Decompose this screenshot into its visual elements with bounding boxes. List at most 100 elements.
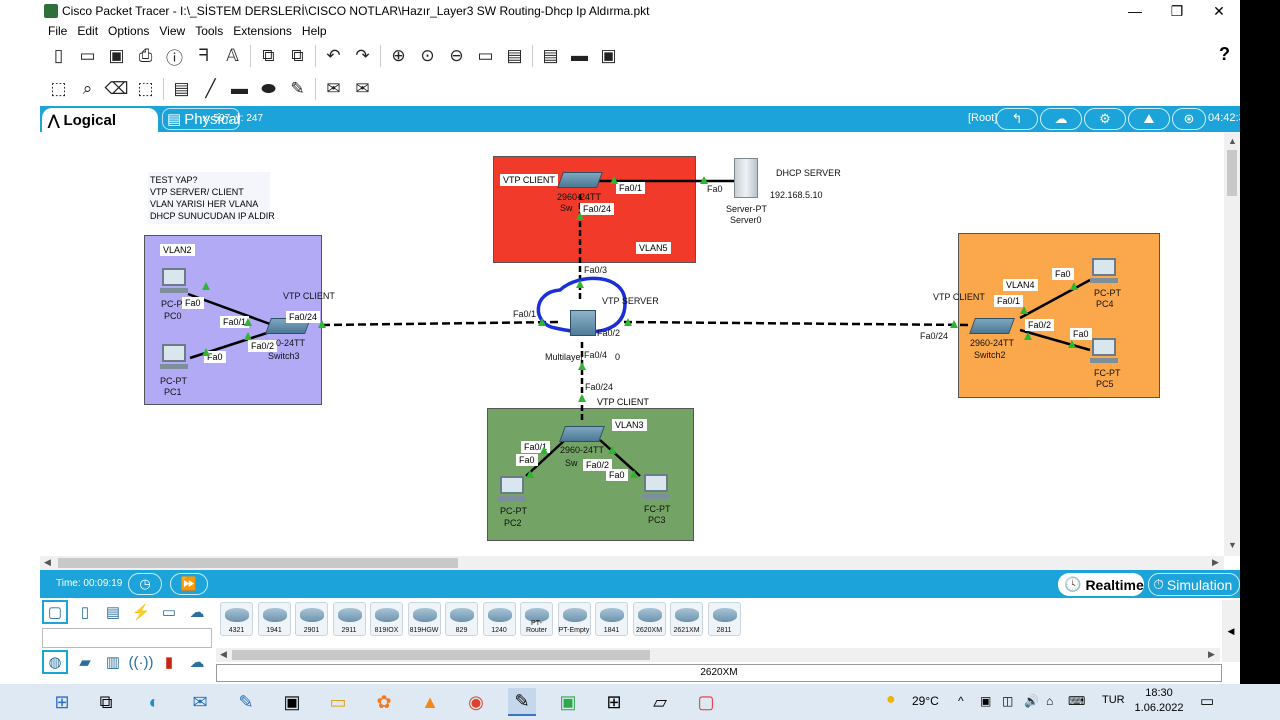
ellipse-icon[interactable]: ⬬ xyxy=(254,77,283,101)
maximize-button[interactable]: ❐ xyxy=(1156,0,1198,22)
simple-pdu-icon[interactable]: ✉ xyxy=(319,77,348,101)
fast-forward-icon[interactable]: ⏩ xyxy=(170,573,208,595)
device-819hgw[interactable]: 819HGW xyxy=(407,602,441,636)
category-network-devices-icon[interactable]: ▢ xyxy=(42,600,68,624)
device-1240[interactable]: 1240 xyxy=(482,602,516,636)
activity-icon[interactable]: 𝔸 xyxy=(218,44,247,68)
logical-workspace[interactable]: TEST YAP? VTP SERVER/ CLIENT VLAN YARISI… xyxy=(40,132,1224,556)
cloud-icon[interactable]: ☁ xyxy=(1040,108,1082,130)
menu-tools[interactable]: Tools xyxy=(191,22,229,40)
save-icon[interactable]: ▣ xyxy=(102,44,131,68)
device-2621xm[interactable]: 2621XM xyxy=(670,602,703,636)
device-2620xm[interactable]: 2620XM xyxy=(632,602,666,636)
network-icon[interactable]: ⌂ xyxy=(1046,694,1053,708)
switch2[interactable] xyxy=(969,318,1015,334)
device-829[interactable]: 829 xyxy=(445,602,478,636)
zoom-reset-icon[interactable]: ⊙ xyxy=(413,44,442,68)
power-cycle-icon[interactable]: ◷ xyxy=(128,573,162,595)
device-4321[interactable]: 4321 xyxy=(220,602,253,636)
menu-edit[interactable]: Edit xyxy=(73,22,104,40)
multilayer-switch[interactable] xyxy=(570,310,596,336)
root-breadcrumb[interactable]: [Root] xyxy=(968,112,997,124)
device-819iox[interactable]: 819IOX xyxy=(370,602,403,636)
inspect-icon[interactable]: ⌕ xyxy=(73,77,102,101)
background-image-icon[interactable]: ⛰ xyxy=(1128,108,1170,130)
viewport-icon[interactable]: ⊛ xyxy=(1172,108,1206,130)
line-icon[interactable]: ╱ xyxy=(196,77,225,101)
category-multiuser-icon[interactable]: ☁ xyxy=(184,600,210,624)
pc2[interactable] xyxy=(496,474,526,504)
complex-pdu-icon[interactable]: ✉ xyxy=(348,77,377,101)
custom-device-icon[interactable]: ▤ xyxy=(500,44,529,68)
tray-chevron-icon[interactable]: ^ xyxy=(958,694,964,708)
vlc-icon[interactable]: ▲ xyxy=(416,688,444,716)
canvas-horizontal-scrollbar[interactable]: ◀ ▶ xyxy=(40,556,1224,570)
dhcp-server[interactable] xyxy=(734,158,758,198)
subcategory-security-icon[interactable]: ▮ xyxy=(156,650,182,674)
pdu-list-icon[interactable]: ▤ xyxy=(536,44,565,68)
simulation-button[interactable]: ⏱ Simulation xyxy=(1148,573,1240,596)
resize-icon[interactable]: ⬚ xyxy=(131,77,160,101)
edge-icon[interactable]: ◐ xyxy=(140,688,168,716)
device-2901[interactable]: 2901 xyxy=(295,602,328,636)
camtasia-icon[interactable]: ▣ xyxy=(554,688,582,716)
category-components-icon[interactable]: ▤ xyxy=(100,600,126,624)
device-1941[interactable]: 1941 xyxy=(257,602,291,636)
menu-view[interactable]: View xyxy=(155,22,191,40)
help-icon[interactable]: ? xyxy=(1219,44,1230,65)
chrome-icon[interactable]: ◉ xyxy=(462,688,490,716)
realtime-button[interactable]: 🕓 Realtime xyxy=(1058,573,1144,596)
device-pt-empty[interactable]: PT-Empty xyxy=(557,602,591,636)
device-1841[interactable]: 1841 xyxy=(595,602,628,636)
select-icon[interactable]: ⬚ xyxy=(44,77,73,101)
open-icon[interactable]: ▭ xyxy=(73,44,102,68)
back-icon[interactable]: ↰ xyxy=(996,108,1038,130)
drawing-palette-icon[interactable]: ▭ xyxy=(471,44,500,68)
note-icon[interactable]: ▤ xyxy=(167,77,196,101)
category-misc-icon[interactable]: ▭ xyxy=(156,600,182,624)
undo-icon[interactable]: ↶ xyxy=(319,44,348,68)
redo-icon[interactable]: ↷ xyxy=(348,44,377,68)
print-icon[interactable]: ⎙ xyxy=(131,44,160,68)
weather-icon[interactable]: ● xyxy=(886,691,896,709)
palette-collapse-icon[interactable]: ◀ xyxy=(1222,600,1240,662)
delete-icon[interactable]: ⌫ xyxy=(102,77,131,101)
task-view-icon[interactable]: ⧉ xyxy=(92,688,120,716)
outlook-icon[interactable]: ✉ xyxy=(186,688,214,716)
xampp-icon[interactable]: ✿ xyxy=(370,688,398,716)
menu-options[interactable]: Options xyxy=(104,22,155,40)
workspace-note[interactable]: TEST YAP? VTP SERVER/ CLIENT VLAN YARISI… xyxy=(148,172,275,224)
tray-app-icon[interactable]: ▣ xyxy=(980,694,991,708)
packet-tracer-task-icon[interactable]: ✎ xyxy=(508,688,536,716)
recorder-icon[interactable]: ▢ xyxy=(692,688,720,716)
menu-extensions[interactable]: Extensions xyxy=(229,22,298,40)
pc0[interactable] xyxy=(158,266,188,296)
file-explorer-icon[interactable]: ▭ xyxy=(324,688,352,716)
pc3[interactable] xyxy=(640,472,670,502)
subcategory-wan-emu-icon[interactable]: ☁ xyxy=(184,650,210,674)
pc1[interactable] xyxy=(158,342,188,372)
close-button[interactable]: ✕ xyxy=(1198,0,1240,22)
keyboard-icon[interactable]: ⌨ xyxy=(1068,694,1085,708)
rectangle-icon[interactable]: ▬ xyxy=(225,77,254,101)
screenshot-icon[interactable]: ▣ xyxy=(594,44,623,68)
device-2811[interactable]: 2811 xyxy=(707,602,741,636)
minimize-button[interactable]: — xyxy=(1114,0,1156,22)
device-2911[interactable]: 2911 xyxy=(332,602,366,636)
system-clock[interactable]: 18:30 1.06.2022 xyxy=(1130,686,1188,716)
menu-help[interactable]: Help xyxy=(298,22,333,40)
device-list-scrollbar[interactable]: ◀ ▶ xyxy=(216,648,1220,662)
volume-icon[interactable]: 🔊 xyxy=(1024,694,1039,708)
new-icon[interactable]: ▯ xyxy=(44,44,73,68)
paste-icon[interactable]: ⧉ xyxy=(283,44,312,68)
pc5[interactable] xyxy=(1088,336,1118,366)
subcategory-switches-icon[interactable]: ▰ xyxy=(72,650,98,674)
menu-file[interactable]: File xyxy=(44,22,73,40)
word-icon[interactable]: ✎ xyxy=(232,688,260,716)
tray-meet-icon[interactable]: ◫ xyxy=(1002,694,1013,708)
subcategory-wireless-icon[interactable]: ((·)) xyxy=(128,650,154,674)
category-end-devices-icon[interactable]: ▯ xyxy=(72,600,98,624)
subcategory-routers-icon[interactable]: ◍ xyxy=(42,650,68,674)
pc4[interactable] xyxy=(1088,256,1118,286)
language-indicator[interactable]: TUR xyxy=(1102,694,1125,706)
